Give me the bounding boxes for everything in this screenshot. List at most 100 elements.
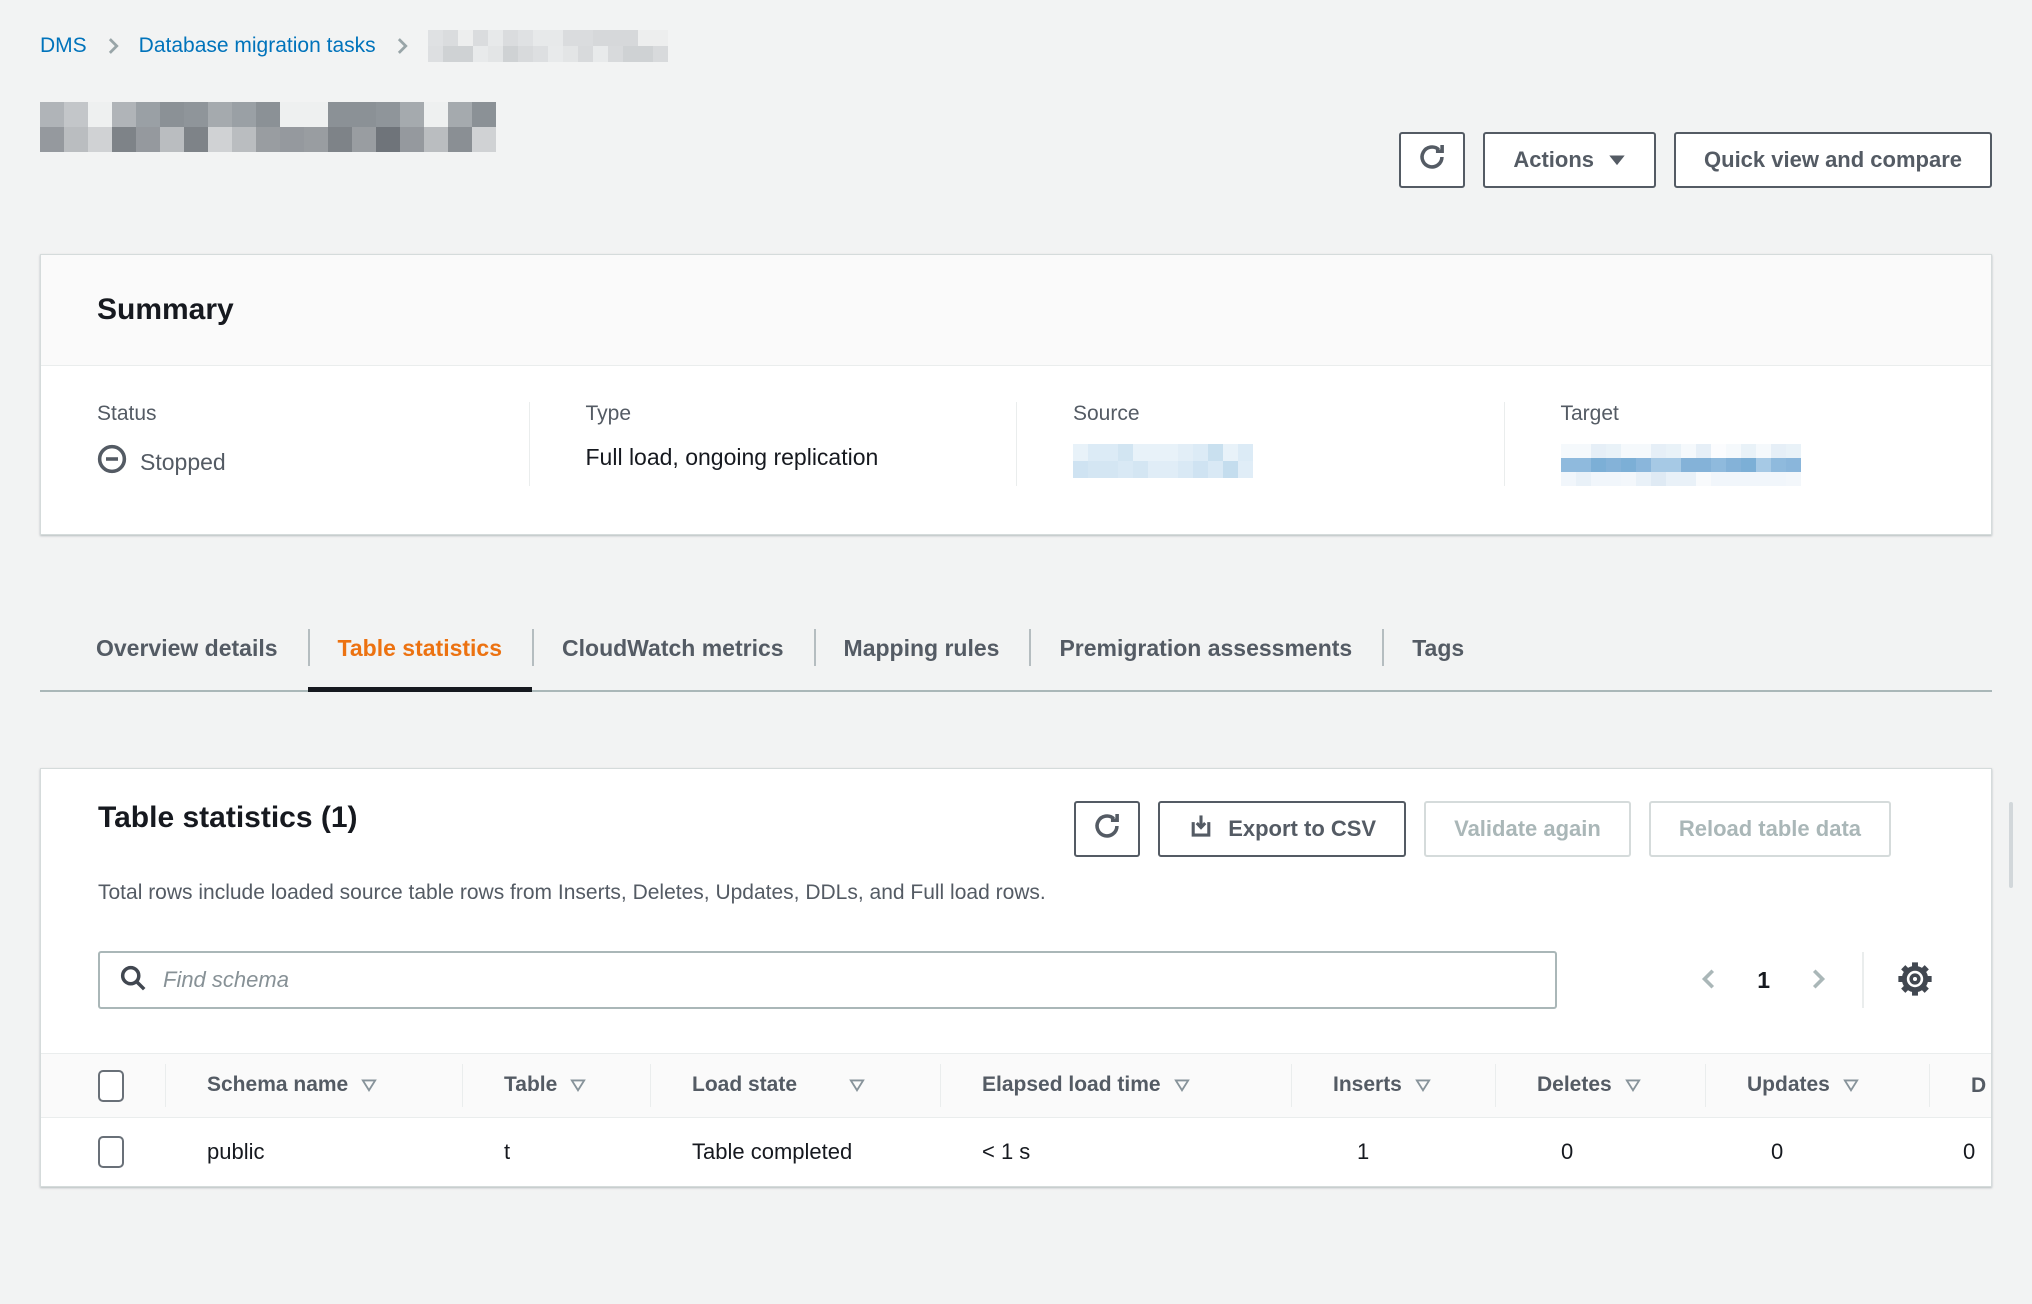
header-actions: Actions Quick view and compare xyxy=(1399,132,1992,188)
table-statistics-panel: Table statistics (1) Export to CSV Valid… xyxy=(40,768,1992,1187)
summary-field-type: Type Full load, ongoing replication xyxy=(529,402,1017,486)
quick-view-compare-button[interactable]: Quick view and compare xyxy=(1674,132,1992,188)
summary-title: Summary xyxy=(97,293,1935,327)
row-checkbox[interactable] xyxy=(98,1136,124,1168)
summary-field-source: Source xyxy=(1016,402,1504,486)
scrollbar[interactable] xyxy=(2009,802,2013,888)
type-label: Type xyxy=(586,402,977,426)
cell-clipped: 0 xyxy=(1929,1118,1991,1186)
reload-table-data-button[interactable]: Reload table data xyxy=(1649,801,1891,857)
chevron-right-icon xyxy=(1806,966,1830,995)
cell-deletes: 0 xyxy=(1495,1118,1705,1186)
vertical-divider xyxy=(1862,952,1864,1008)
select-all-header xyxy=(41,1054,165,1118)
table-statistics-table: Schema name Table Load state Elapsed loa… xyxy=(41,1053,1991,1186)
column-label: Schema name xyxy=(207,1073,348,1096)
column-label: Deletes xyxy=(1537,1073,1612,1096)
export-button-label: Export to CSV xyxy=(1228,816,1376,842)
export-to-csv-button[interactable]: Export to CSV xyxy=(1158,801,1406,857)
refresh-button[interactable] xyxy=(1399,132,1465,188)
previous-page-button[interactable] xyxy=(1697,966,1721,995)
select-all-checkbox[interactable] xyxy=(98,1070,124,1102)
table-statistics-description: Total rows include loaded source table r… xyxy=(41,857,1991,905)
source-value-redacted xyxy=(1073,444,1464,478)
breadcrumb: DMS Database migration tasks xyxy=(40,30,1992,62)
quick-view-button-label: Quick view and compare xyxy=(1704,147,1962,173)
column-label: Updates xyxy=(1747,1073,1830,1096)
cell-schema-name: public xyxy=(165,1118,462,1186)
sort-icon xyxy=(1843,1074,1859,1097)
tab-mapping-rules[interactable]: Mapping rules xyxy=(814,609,1030,690)
search-icon xyxy=(119,964,147,997)
schema-search-input[interactable] xyxy=(163,967,1536,993)
cell-table: t xyxy=(462,1118,650,1186)
status-label: Status xyxy=(97,402,489,426)
task-detail-tabs: Overview details Table statistics CloudW… xyxy=(40,609,1992,692)
sort-icon xyxy=(1625,1074,1641,1097)
current-page-number: 1 xyxy=(1757,967,1770,994)
breadcrumb-link-dms[interactable]: DMS xyxy=(40,34,87,58)
summary-field-target: Target xyxy=(1504,402,1992,486)
cell-updates: 0 xyxy=(1705,1118,1929,1186)
summary-panel: Summary Status Stopped Type Full load, o… xyxy=(40,254,1992,535)
sort-icon xyxy=(1415,1074,1431,1097)
table-preferences-button[interactable] xyxy=(1896,960,1934,1001)
actions-button-label: Actions xyxy=(1513,147,1594,173)
chevron-right-icon xyxy=(103,36,123,56)
next-page-button[interactable] xyxy=(1806,966,1830,995)
column-header-schema-name[interactable]: Schema name xyxy=(165,1054,462,1118)
status-value: Stopped xyxy=(97,444,489,480)
sort-icon xyxy=(570,1074,586,1097)
target-label: Target xyxy=(1561,402,1952,426)
pagination: 1 xyxy=(1697,966,1830,995)
tab-tags[interactable]: Tags xyxy=(1382,609,1494,690)
cell-inserts: 1 xyxy=(1291,1118,1495,1186)
column-header-deletes[interactable]: Deletes xyxy=(1495,1054,1705,1118)
table-row: public t Table completed < 1 s 1 0 0 0 xyxy=(41,1118,1991,1186)
tab-premigration-assessments[interactable]: Premigration assessments xyxy=(1029,609,1382,690)
cell-load-state: Table completed xyxy=(650,1118,940,1186)
chevron-left-icon xyxy=(1697,966,1721,995)
status-text: Stopped xyxy=(140,449,226,476)
actions-dropdown-button[interactable]: Actions xyxy=(1483,132,1656,188)
reload-button-label: Reload table data xyxy=(1679,816,1861,842)
column-label: Table xyxy=(504,1073,557,1096)
column-label: Inserts xyxy=(1333,1073,1402,1096)
page-header: Actions Quick view and compare xyxy=(40,102,1992,188)
gear-icon xyxy=(1896,960,1934,1001)
column-header-inserts[interactable]: Inserts xyxy=(1291,1054,1495,1118)
table-statistics-actions: Export to CSV Validate again Reload tabl… xyxy=(1074,801,1891,857)
page-title-redacted xyxy=(40,102,496,152)
column-header-clipped[interactable]: D xyxy=(1929,1054,1991,1118)
column-header-updates[interactable]: Updates xyxy=(1705,1054,1929,1118)
refresh-icon xyxy=(1417,142,1447,178)
chevron-right-icon xyxy=(392,36,412,56)
sort-icon xyxy=(849,1074,865,1097)
type-value: Full load, ongoing replication xyxy=(586,444,977,471)
breadcrumb-current-redacted xyxy=(428,30,668,62)
table-header-row: Schema name Table Load state Elapsed loa… xyxy=(41,1054,1991,1118)
column-header-table[interactable]: Table xyxy=(462,1054,650,1118)
tab-overview-details[interactable]: Overview details xyxy=(66,609,308,690)
table-refresh-button[interactable] xyxy=(1074,801,1140,857)
breadcrumb-link-tasks[interactable]: Database migration tasks xyxy=(139,34,376,58)
source-label: Source xyxy=(1073,402,1464,426)
download-icon xyxy=(1188,813,1214,845)
schema-search-box xyxy=(98,951,1557,1009)
tab-cloudwatch-metrics[interactable]: CloudWatch metrics xyxy=(532,609,814,690)
tab-table-statistics[interactable]: Table statistics xyxy=(308,609,532,690)
table-statistics-title: Table statistics (1) xyxy=(98,801,358,835)
column-label: Load state xyxy=(692,1073,797,1096)
column-header-load-state[interactable]: Load state xyxy=(650,1054,940,1118)
summary-panel-body: Status Stopped Type Full load, ongoing r… xyxy=(41,366,1991,534)
validate-again-button[interactable]: Validate again xyxy=(1424,801,1631,857)
column-label: D xyxy=(1971,1074,1986,1097)
cell-elapsed-load-time: < 1 s xyxy=(940,1118,1291,1186)
sort-icon xyxy=(1174,1074,1190,1097)
column-header-elapsed-load-time[interactable]: Elapsed load time xyxy=(940,1054,1291,1118)
summary-panel-header: Summary xyxy=(41,255,1991,366)
sort-icon xyxy=(361,1074,377,1097)
stopped-status-icon xyxy=(97,444,127,480)
validate-button-label: Validate again xyxy=(1454,816,1601,842)
refresh-icon xyxy=(1092,811,1122,847)
